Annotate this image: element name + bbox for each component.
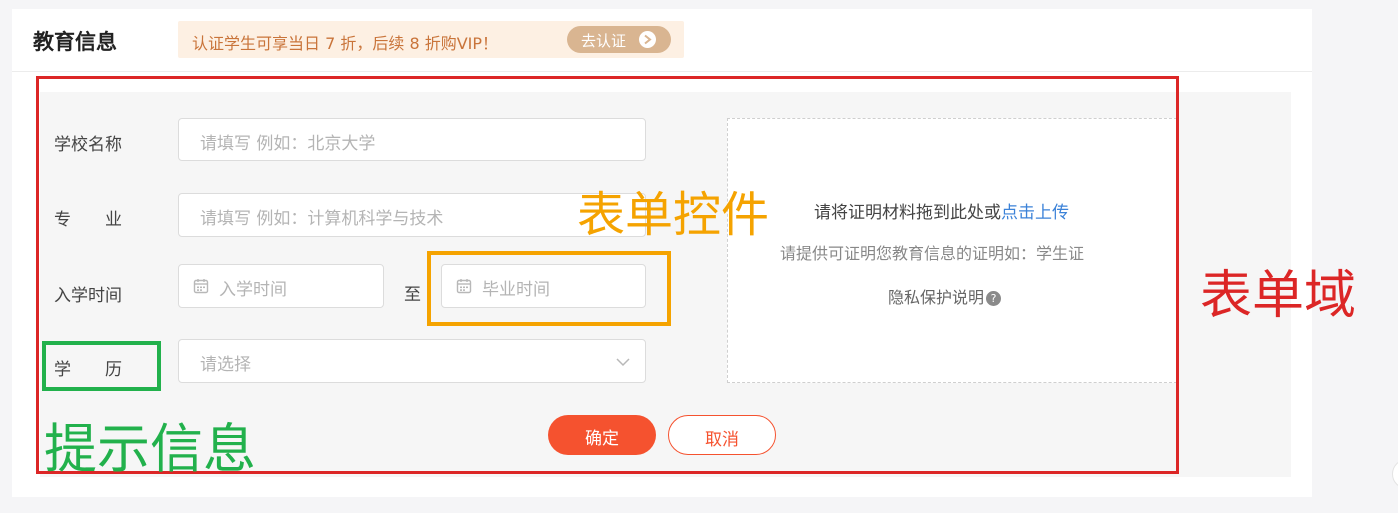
verify-button-label: 去认证 bbox=[581, 32, 627, 50]
verify-button[interactable]: 去认证 bbox=[567, 26, 671, 53]
student-promo-banner: 认证学生可享当日 7 折，后续 8 折购VIP！ 去认证 bbox=[178, 21, 684, 58]
section-title: 教育信息 bbox=[33, 30, 117, 54]
promo-text: 认证学生可享当日 7 折，后续 8 折购VIP！ bbox=[192, 34, 499, 53]
hint-info-highlight bbox=[42, 341, 161, 391]
chevron-right-icon bbox=[639, 31, 656, 48]
header-divider bbox=[12, 71, 1312, 72]
form-control-highlight bbox=[427, 251, 671, 326]
floating-button[interactable] bbox=[1392, 459, 1398, 489]
page: 教育信息 认证学生可享当日 7 折，后续 8 折购VIP！ 去认证 学校名称 请… bbox=[0, 0, 1398, 513]
form-control-annotation: 表单控件 bbox=[577, 187, 770, 243]
hint-info-annotation: 提示信息 bbox=[44, 419, 256, 480]
form-area-annotation: 表单域 bbox=[1200, 266, 1357, 326]
